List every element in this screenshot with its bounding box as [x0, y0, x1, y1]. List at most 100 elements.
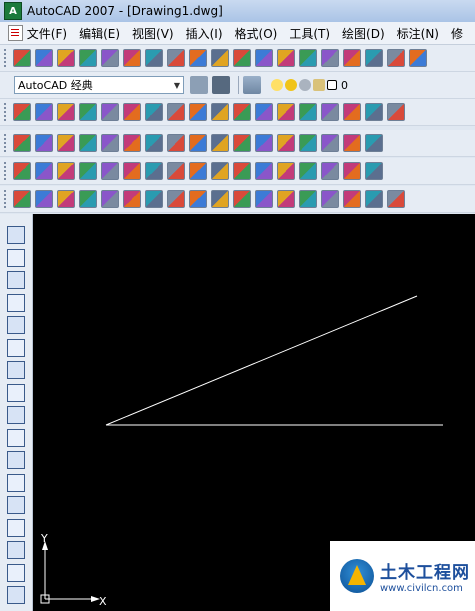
paste-icon[interactable] [211, 49, 229, 67]
menu-format[interactable]: 格式(O) [235, 25, 278, 42]
circle-icon[interactable] [7, 361, 25, 379]
menu-dimension[interactable]: 标注(N) [397, 25, 439, 42]
hatch-icon[interactable] [7, 541, 25, 559]
zoom-realtime-icon[interactable] [343, 49, 361, 67]
dim-arrow-icon[interactable] [321, 190, 339, 208]
arc-icon[interactable] [7, 338, 25, 357]
circle-tool-icon[interactable] [211, 103, 229, 121]
revcloud-icon[interactable] [7, 383, 25, 402]
menu-draw[interactable]: 绘图(D) [342, 25, 385, 42]
toolbar-grip[interactable] [4, 162, 10, 180]
library-icon[interactable] [123, 103, 141, 121]
chamfer-icon[interactable] [365, 162, 383, 180]
dim-grid-icon[interactable] [343, 190, 361, 208]
dim-center-icon[interactable] [145, 190, 163, 208]
lock-icon[interactable] [277, 134, 295, 152]
text-icon[interactable] [13, 162, 31, 180]
cross-icon[interactable] [277, 162, 295, 180]
copy-icon[interactable] [189, 49, 207, 67]
menu-tools[interactable]: 工具(T) [289, 25, 330, 42]
properties-icon[interactable] [409, 49, 427, 67]
find-icon[interactable] [35, 134, 53, 152]
publish-icon[interactable] [123, 49, 141, 67]
chain-icon[interactable] [233, 162, 251, 180]
plot-icon[interactable] [145, 49, 163, 67]
snap-icon[interactable] [79, 162, 97, 180]
point-icon[interactable] [7, 518, 25, 537]
explode-icon[interactable] [189, 134, 207, 152]
hidden-icon[interactable] [35, 103, 53, 121]
drawn-line-hypotenuse[interactable] [105, 295, 418, 426]
polygon-icon[interactable] [7, 293, 25, 312]
distribute-icon[interactable] [145, 162, 163, 180]
zoom-window-icon[interactable] [365, 49, 383, 67]
measure-icon[interactable] [189, 162, 207, 180]
layer-viewport-icon[interactable] [299, 79, 311, 91]
block-editor-icon[interactable] [255, 49, 273, 67]
table-icon[interactable] [13, 134, 31, 152]
dim-21-icon[interactable] [277, 190, 295, 208]
gradient-icon[interactable] [7, 563, 25, 582]
offset-icon[interactable] [57, 162, 75, 180]
make-block-icon[interactable] [7, 496, 25, 514]
document-menu-icon[interactable] [8, 25, 23, 41]
spline-icon[interactable] [7, 406, 25, 424]
link-icon[interactable] [211, 162, 229, 180]
toolbar-grip[interactable] [4, 190, 10, 208]
list-icon[interactable] [79, 134, 97, 152]
hatch-icon[interactable] [79, 103, 97, 121]
angle-icon[interactable] [35, 162, 53, 180]
dim-57-icon[interactable] [299, 190, 317, 208]
stair-icon[interactable] [57, 103, 75, 121]
valve-icon[interactable] [321, 103, 339, 121]
workspace-save-icon[interactable] [212, 76, 230, 94]
fillet-icon[interactable] [343, 162, 361, 180]
print-icon[interactable] [79, 49, 97, 67]
line-icon[interactable] [7, 226, 25, 244]
dim-ee-icon[interactable] [79, 190, 97, 208]
dim-weld-icon[interactable] [35, 190, 53, 208]
workspace-settings-icon[interactable] [190, 76, 208, 94]
trim-icon[interactable] [299, 162, 317, 180]
menu-insert[interactable]: 插入(I) [186, 25, 223, 42]
autocad-app-icon[interactable]: A [4, 2, 22, 20]
layer-manager-icon[interactable] [243, 76, 261, 94]
save-icon[interactable] [57, 49, 75, 67]
cube-icon[interactable] [167, 134, 185, 152]
rectangle-icon[interactable] [7, 316, 25, 334]
menu-file[interactable]: 文件(F) [27, 25, 67, 42]
construction-line-icon[interactable] [7, 248, 25, 267]
build-icon[interactable] [13, 103, 31, 121]
new-icon[interactable] [13, 49, 31, 67]
toolbar-grip[interactable] [4, 49, 10, 67]
menu-edit[interactable]: 编辑(E) [79, 25, 120, 42]
stretch-icon[interactable] [167, 162, 185, 180]
layer-control[interactable]: 0 [271, 79, 348, 92]
dim-15c-icon[interactable] [255, 190, 273, 208]
grip-icon[interactable] [101, 162, 119, 180]
join-icon[interactable] [211, 134, 229, 152]
search-icon[interactable] [123, 134, 141, 152]
toolbar-grip[interactable] [4, 103, 10, 121]
match-prop-icon[interactable] [233, 49, 251, 67]
ellipse-icon[interactable] [7, 428, 25, 447]
layer-lock-icon[interactable] [313, 79, 325, 91]
a2-icon[interactable] [101, 134, 119, 152]
dim-000-icon[interactable] [123, 190, 141, 208]
erase-icon[interactable] [57, 134, 75, 152]
align-icon[interactable] [123, 162, 141, 180]
channel-icon[interactable] [365, 103, 383, 121]
fixture-icon[interactable] [145, 103, 163, 121]
dim-31-icon[interactable] [189, 190, 207, 208]
tap-icon[interactable] [299, 103, 317, 121]
scale-icon[interactable] [255, 162, 273, 180]
tee-icon[interactable] [343, 103, 361, 121]
menu-view[interactable]: 视图(V) [132, 25, 174, 42]
dim-hatch-icon[interactable] [365, 190, 383, 208]
menu-modify[interactable]: 修 [451, 25, 463, 42]
region-icon[interactable] [7, 586, 25, 604]
dim-fx-icon[interactable] [101, 190, 119, 208]
wall-icon[interactable] [189, 103, 207, 121]
polyline-icon[interactable] [7, 271, 25, 289]
pan-icon[interactable] [321, 49, 339, 67]
